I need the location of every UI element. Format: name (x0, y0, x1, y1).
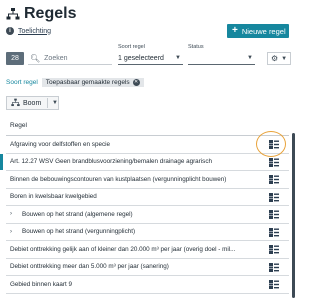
rule-actions-icon[interactable] (269, 262, 279, 272)
row-label: Bouwen op het strand (vergunningplicht) (22, 228, 136, 236)
chevron-right-icon[interactable]: › (10, 229, 18, 235)
rule-actions-icon[interactable] (269, 140, 279, 149)
rule-actions-icon[interactable] (269, 245, 279, 254)
row-label: Binnen de bebouwingscontouren van kustpl… (10, 175, 227, 183)
rule-actions-icon[interactable] (269, 227, 279, 237)
table-row[interactable]: Afgraving voor delfstoffen en specie (6, 136, 289, 154)
chevron-down-icon: ▼ (52, 100, 58, 106)
hierarchy-icon (6, 7, 20, 21)
search-input[interactable]: 🔍︎ Zoeken (28, 52, 112, 65)
page-title: Regels (24, 5, 77, 22)
plus-icon: + (232, 25, 238, 36)
row-label: Art. 12.27 WSV Geen brandblusvoorziening… (10, 158, 212, 166)
scrollbar[interactable] (292, 133, 295, 298)
status-filter-label: Status (188, 44, 204, 50)
status-filter-select[interactable]: ▼ (188, 52, 255, 65)
search-icon: 🔍︎ (30, 53, 41, 63)
table-row[interactable]: Binnen de bebouwingscontouren van kustpl… (6, 171, 289, 189)
table-row[interactable]: Boren in kwelsbaar kwelgebied (6, 189, 289, 206)
chevron-right-icon[interactable]: › (10, 211, 18, 217)
new-rule-button[interactable]: + Nieuwe regel (227, 24, 289, 38)
rule-actions-icon[interactable] (269, 157, 279, 167)
row-label: Debiet onttrekking meer dan 5.000 m³ per… (10, 263, 169, 271)
row-label: Boren in kwelsbaar kwelgebied (10, 193, 97, 201)
chevron-down-icon: ▼ (247, 55, 253, 61)
row-label: Debiet onttrekking gelijk aan of kleiner… (10, 245, 236, 253)
info-icon: i (6, 27, 14, 35)
link-icon: ⚙︎ (270, 54, 279, 63)
row-label: Bouwen op het strand (algemene regel) (22, 210, 133, 218)
rules-table: Regel Afgraving voor delfstoffen en spec… (0, 116, 289, 294)
rule-actions-icon[interactable] (269, 210, 279, 219)
active-filter-row: Soort regel Toepasbaar gemaakte regels ✕ (6, 76, 144, 88)
tree-icon (11, 98, 20, 109)
filter-chip[interactable]: Toepasbaar gemaakte regels ✕ (41, 77, 144, 87)
rule-actions-icon[interactable] (269, 175, 279, 184)
chevron-down-icon: ▼ (175, 55, 181, 61)
table-row[interactable]: Gebied binnen kaart 9 (6, 276, 289, 294)
type-filter-select[interactable]: 1 geselecteerd ▼ (118, 52, 183, 65)
table-row[interactable]: Art. 12.27 WSV Geen brandblusvoorziening… (0, 153, 289, 171)
row-label: Afgraving voor delfstoffen en specie (10, 140, 110, 148)
table-row[interactable]: Debiet onttrekking gelijk aan of kleiner… (6, 241, 289, 259)
rule-actions-icon[interactable] (269, 192, 279, 202)
table-row[interactable]: › Bouwen op het strand (algemene regel) (6, 206, 289, 224)
row-label: Gebied binnen kaart 9 (10, 280, 72, 288)
view-mode-select[interactable]: Boom ▼ (6, 96, 59, 110)
rule-actions-icon[interactable] (269, 280, 279, 289)
active-filter-label: Soort regel (6, 78, 38, 86)
type-filter-label: Soort regel (118, 44, 145, 50)
column-settings-button[interactable]: ⚙︎ ▼ (267, 52, 291, 65)
column-header-rule: Regel (6, 116, 289, 136)
chevron-down-icon: ▼ (281, 55, 288, 62)
table-row[interactable]: Debiet onttrekking meer dan 5.000 m³ per… (6, 259, 289, 276)
close-icon[interactable]: ✕ (132, 78, 140, 86)
table-row[interactable]: › Bouwen op het strand (vergunningplicht) (6, 224, 289, 241)
filter-bar: 28 🔍︎ Zoeken Soort regel 1 geselecteerd … (6, 44, 291, 66)
result-count-badge: 28 (6, 52, 24, 65)
